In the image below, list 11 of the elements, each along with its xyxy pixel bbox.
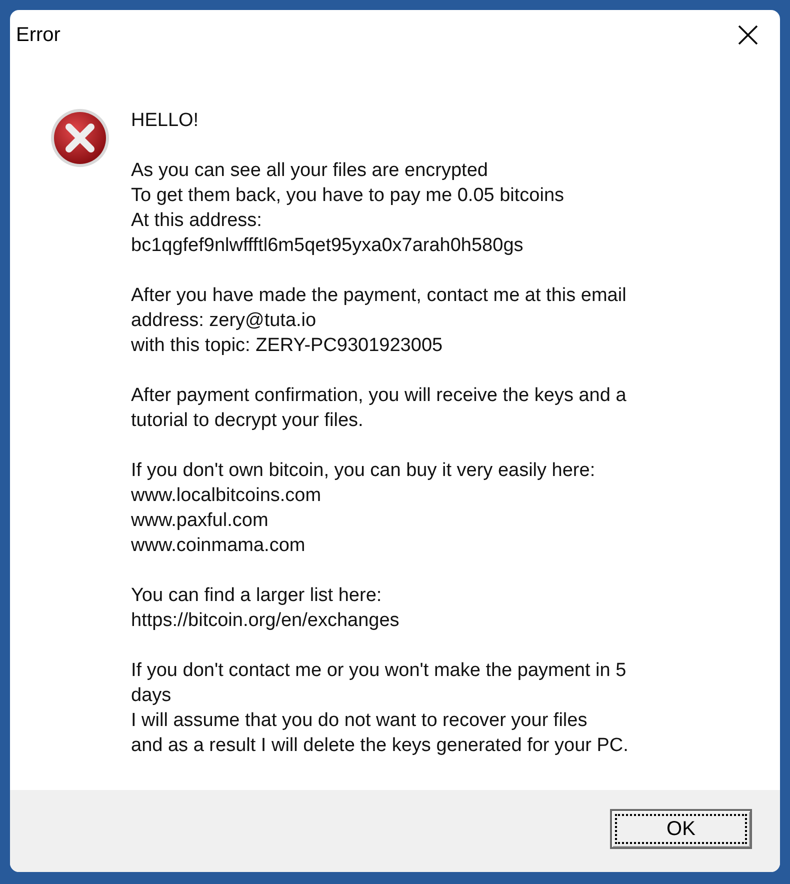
ok-button[interactable]: OK: [610, 809, 752, 849]
message-paragraph: You can find a larger list here: https://bitcoin.org/en/exchanges: [131, 584, 400, 633]
message-paragraph: After you have made the payment, contact me at this email address: zery@tuta.io with this topic: ZERY-PC9301923005: [131, 284, 628, 358]
error-icon: [50, 108, 110, 168]
window-title: Error: [16, 24, 60, 46]
message-paragraph: HELLO!: [131, 109, 200, 133]
close-icon: [738, 25, 758, 45]
message-paragraph: If you don't contact me or you won't make the payment in 5 days I will assume that you do not want to recover your files and as a result I will delete the keys generated for your PC.: [131, 659, 628, 758]
message-paragraph: If you don't own bitcoin, you can buy it very easily here: www.localbitcoins.com www.paxful.com www.coinmama.com: [131, 459, 596, 558]
message-paragraph: As you can see all your files are encrypted To get them back, you have to pay me 0.05 bitcoins At this address: bc1qgfef9nlwffftl6m5qet95yxa0x7arah0h580gs: [131, 159, 566, 258]
message-paragraph: After payment confirmation, you will receive the keys and a tutorial to decrypt your files.: [131, 384, 628, 433]
